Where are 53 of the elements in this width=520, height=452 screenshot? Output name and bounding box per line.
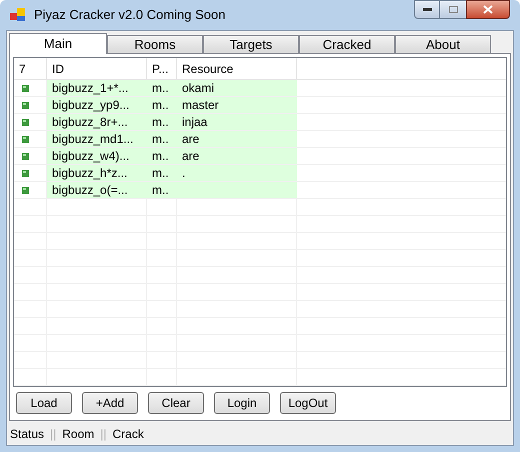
action-button[interactable]: LogOut xyxy=(280,392,336,414)
status-separator: || xyxy=(100,426,107,443)
tab[interactable]: Rooms xyxy=(107,35,203,53)
table-cell-text: m.. xyxy=(151,80,170,96)
table-cell-text: bigbuzz_1+*... xyxy=(51,80,130,96)
tab[interactable]: Main xyxy=(9,33,107,54)
table-cell-text: master xyxy=(181,97,220,113)
close-button[interactable] xyxy=(466,0,510,19)
action-button[interactable]: +Add xyxy=(82,392,138,414)
column-header[interactable]: Resource xyxy=(177,58,297,79)
column-header[interactable]: 7 xyxy=(14,58,47,79)
column-header[interactable]: P... xyxy=(147,58,177,79)
status-icon xyxy=(22,152,29,160)
table-cell-text: injaa xyxy=(181,114,208,130)
window-title: Piyaz Cracker v2.0 Coming Soon xyxy=(34,6,226,24)
tab[interactable]: Cracked xyxy=(299,35,395,53)
tab[interactable]: About xyxy=(395,35,491,53)
table-cell-text: bigbuzz_h*z... xyxy=(51,165,128,181)
close-icon xyxy=(483,5,493,14)
table-cell-text: okami xyxy=(181,80,216,96)
table-cell-text: are xyxy=(181,131,200,147)
table-cell-text: bigbuzz_8r+... xyxy=(51,114,129,130)
table-cell-text: bigbuzz_md1... xyxy=(51,131,134,147)
status-icon xyxy=(22,102,29,108)
status-icon xyxy=(22,136,29,142)
status-icon xyxy=(22,170,29,176)
table-cell-text: m.. xyxy=(151,97,170,113)
action-button[interactable]: Login xyxy=(214,392,270,414)
table-cell-text: m.. xyxy=(151,114,170,130)
table-cell-text: are xyxy=(181,148,200,164)
minimize-icon xyxy=(422,8,432,11)
table-cell-text: m.. xyxy=(151,131,170,147)
status-icon xyxy=(22,186,29,194)
table-cell-text: m.. xyxy=(151,148,170,164)
maximize-icon xyxy=(448,6,458,13)
status-icon xyxy=(22,84,29,92)
table-cell-text: m.. xyxy=(151,165,170,181)
status-icon xyxy=(22,118,29,126)
column-header[interactable]: ID xyxy=(47,58,147,79)
table-cell-text: . xyxy=(181,165,186,181)
tab[interactable]: Targets xyxy=(203,35,299,53)
minimize-button[interactable] xyxy=(414,0,440,19)
table-cell-text: m.. xyxy=(151,182,170,198)
action-button[interactable]: Clear xyxy=(148,392,204,414)
table-cell-text: bigbuzz_o(=... xyxy=(51,182,129,198)
status-label: Status xyxy=(10,426,44,443)
table-cell-text: bigbuzz_yp9... xyxy=(51,97,130,113)
status-label: Crack xyxy=(112,426,144,443)
action-button[interactable]: Load xyxy=(16,392,72,414)
table-cell-text: bigbuzz_w4)... xyxy=(51,148,130,164)
status-separator: || xyxy=(50,426,56,443)
app-icon xyxy=(10,8,26,22)
status-label: Room xyxy=(62,426,94,443)
